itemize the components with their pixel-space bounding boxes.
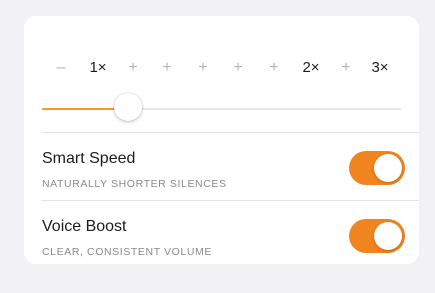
voice-boost-toggle[interactable]: [349, 219, 405, 253]
playback-settings-card: – 1× + + + + + 2× + 3× Smart Speed NATUR…: [24, 16, 419, 264]
speed-tick-step[interactable]: +: [198, 58, 207, 78]
speed-tick-step[interactable]: +: [341, 58, 350, 78]
divider: [42, 200, 419, 201]
setting-row-voice-boost: Voice Boost CLEAR, CONSISTENT VOLUME: [42, 217, 405, 277]
speed-tick-3x[interactable]: 3×: [371, 58, 388, 78]
divider: [42, 132, 419, 133]
setting-title: Voice Boost: [42, 218, 127, 235]
speed-scale: – 1× + + + + + 2× + 3×: [24, 58, 419, 78]
speed-tick-2x[interactable]: 2×: [302, 58, 319, 78]
toggle-knob: [374, 154, 402, 182]
speed-tick-step[interactable]: +: [162, 58, 171, 78]
speed-tick-step[interactable]: +: [269, 58, 278, 78]
toggle-knob: [374, 222, 402, 250]
speed-tick-step[interactable]: +: [233, 58, 242, 78]
slider-thumb[interactable]: [114, 93, 143, 121]
setting-title: Smart Speed: [42, 150, 136, 167]
speed-tick-1x[interactable]: 1×: [89, 58, 106, 78]
speed-tick-step[interactable]: +: [128, 58, 137, 78]
speed-decrease-button[interactable]: –: [57, 58, 66, 78]
setting-subtitle: CLEAR, CONSISTENT VOLUME: [42, 246, 212, 258]
smart-speed-toggle[interactable]: [349, 151, 405, 185]
setting-subtitle: NATURALLY SHORTER SILENCES: [42, 178, 227, 190]
speed-slider[interactable]: [42, 93, 401, 121]
